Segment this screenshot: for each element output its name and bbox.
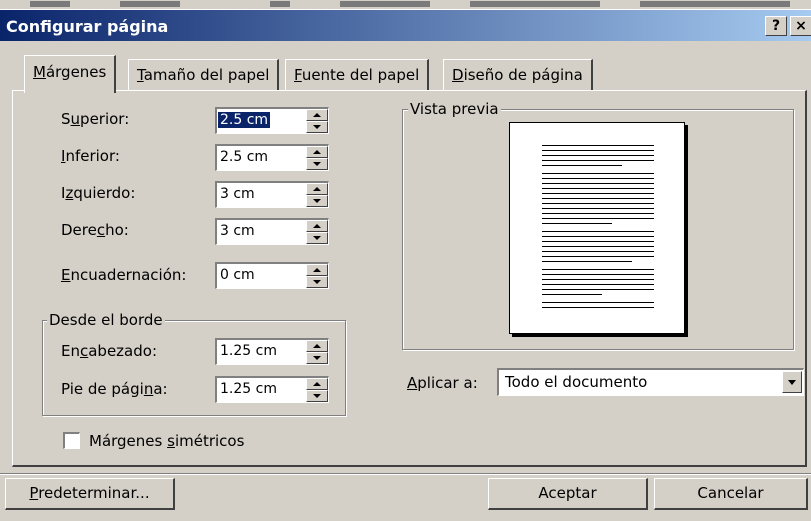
page-preview [509, 122, 685, 334]
arrow-up-icon [313, 268, 321, 272]
superior-spin-up[interactable] [306, 109, 328, 121]
dialog-title: Configurar página [6, 17, 169, 36]
pie-de-pagina-input[interactable]: 1.25 cm [215, 376, 329, 403]
toolbar-ghost [30, 1, 70, 7]
inferior-value: 2.5 cm [220, 149, 269, 165]
close-button[interactable]: × [790, 16, 811, 36]
arrow-up-icon [313, 113, 321, 117]
pie-de-pagina-value: 1.25 cm [220, 381, 277, 397]
dropdown-button[interactable] [782, 371, 802, 393]
encabezado-label: Encabezado: [61, 342, 157, 360]
toolbar-ghost [120, 1, 180, 7]
derecho-label: Derecho: [61, 221, 129, 239]
margenes-simetricos-checkbox[interactable] [63, 432, 80, 449]
toolbar-ghost [340, 1, 430, 7]
arrow-down-icon [313, 162, 321, 166]
inferior-spin-up[interactable] [306, 146, 328, 158]
predeterminar-button[interactable]: Predeterminar... [5, 478, 175, 510]
superior-label: Superior: [61, 110, 130, 128]
title-bar: Configurar página ? × [0, 10, 811, 41]
tab-fuente-del-papel[interactable]: Fuente del papel [285, 59, 430, 91]
tab-tamano-del-papel[interactable]: Tamaño del papel [128, 59, 280, 91]
derecho-spin-down[interactable] [306, 232, 328, 244]
pie-spin-up[interactable] [306, 378, 328, 390]
izquierdo-spin-up[interactable] [306, 183, 328, 195]
encuadernacion-label: Encuadernación: [61, 266, 187, 284]
arrow-down-icon [313, 394, 321, 398]
toolbar-ghost [270, 1, 290, 7]
aplicar-a-value: Todo el documento [505, 373, 648, 391]
help-button[interactable]: ? [765, 16, 787, 36]
aplicar-a-label: Aplicar a: [407, 374, 478, 392]
background-toolbar-strip [0, 0, 811, 10]
encuadernacion-spin-down[interactable] [306, 276, 328, 288]
chevron-down-icon [788, 380, 796, 385]
derecho-value: 3 cm [220, 223, 255, 239]
arrow-down-icon [313, 199, 321, 203]
izquierdo-label: Izquierdo: [61, 184, 136, 202]
superior-value: 2.5 cm [218, 112, 271, 128]
arrow-up-icon [313, 150, 321, 154]
izquierdo-input[interactable]: 3 cm [215, 181, 329, 208]
encabezado-value: 1.25 cm [220, 343, 277, 359]
aplicar-a-select[interactable]: Todo el documento [497, 368, 804, 396]
arrow-up-icon [313, 382, 321, 386]
arrow-down-icon [313, 356, 321, 360]
izquierdo-value: 3 cm [220, 186, 255, 202]
margenes-simetricos-label[interactable]: Márgenes simétricos [89, 432, 244, 450]
separator [0, 473, 811, 475]
tab-margenes[interactable]: Márgenes [24, 55, 117, 93]
derecho-spin-up[interactable] [306, 220, 328, 232]
vista-previa-legend: Vista previa [408, 100, 501, 118]
inferior-label: Inferior: [61, 147, 120, 165]
toolbar-ghost [640, 1, 790, 7]
desde-el-borde-legend: Desde el borde [47, 311, 165, 329]
superior-spin-down[interactable] [306, 121, 328, 133]
encabezado-input[interactable]: 1.25 cm [215, 338, 329, 365]
cancelar-button[interactable]: Cancelar [654, 478, 808, 510]
encabezado-spin-up[interactable] [306, 340, 328, 352]
toolbar-ghost [470, 1, 600, 7]
encuadernacion-input[interactable]: 0 cm [215, 262, 329, 289]
encuadernacion-value: 0 cm [220, 267, 255, 283]
arrow-down-icon [313, 280, 321, 284]
pie-spin-down[interactable] [306, 390, 328, 402]
encabezado-spin-down[interactable] [306, 352, 328, 364]
tab-diseno-de-pagina[interactable]: Diseño de página [443, 59, 593, 91]
inferior-input[interactable]: 2.5 cm [215, 144, 329, 171]
superior-input[interactable]: 2.5 cm [215, 107, 329, 134]
derecho-input[interactable]: 3 cm [215, 218, 329, 245]
izquierdo-spin-down[interactable] [306, 195, 328, 207]
encuadernacion-spin-up[interactable] [306, 264, 328, 276]
pie-de-pagina-label: Pie de página: [61, 380, 168, 398]
aceptar-button[interactable]: Aceptar [488, 478, 648, 510]
arrow-up-icon [313, 224, 321, 228]
arrow-down-icon [313, 236, 321, 240]
arrow-down-icon [313, 125, 321, 129]
inferior-spin-down[interactable] [306, 158, 328, 170]
arrow-up-icon [313, 187, 321, 191]
arrow-up-icon [313, 344, 321, 348]
